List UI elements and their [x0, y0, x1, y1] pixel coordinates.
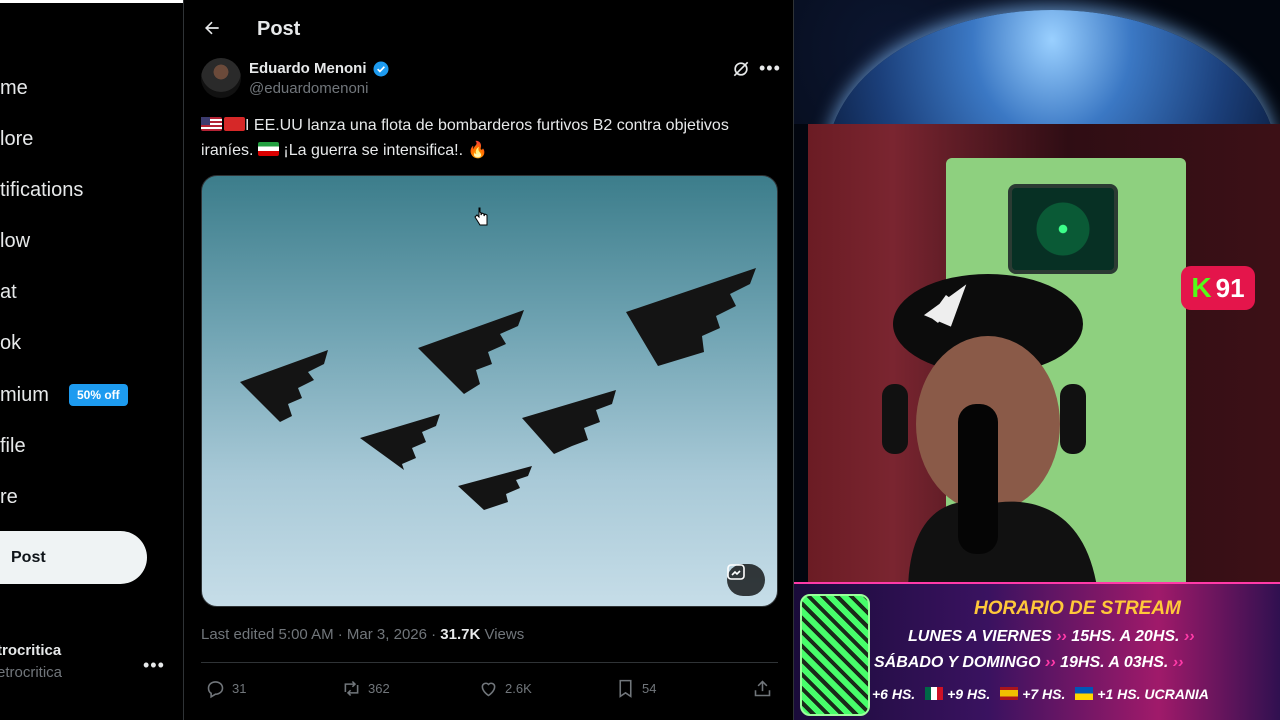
- like-button[interactable]: 2.6K: [478, 678, 532, 699]
- hand-cursor-icon: [474, 207, 488, 226]
- tweet-text-part1: I EE.UU lanza una flota de bombarderos f…: [201, 117, 729, 159]
- sidebar-item-explore[interactable]: lore: [0, 119, 33, 159]
- share-button[interactable]: [752, 678, 773, 699]
- bookmark-count: 54: [642, 681, 657, 696]
- tz-offset: +7 HS.: [1022, 686, 1066, 702]
- space-background: [794, 0, 1280, 310]
- mexico-flag-icon: [925, 687, 944, 700]
- sidebar-item-profile[interactable]: file: [0, 426, 26, 466]
- back-arrow-icon[interactable]: [202, 18, 222, 38]
- webcam-feed: K 91: [808, 124, 1280, 582]
- sidebar-item-grok[interactable]: ok: [0, 323, 21, 363]
- streamer-silhouette: [882, 274, 1096, 582]
- like-count: 2.6K: [505, 681, 532, 696]
- author-avatar[interactable]: [201, 58, 241, 98]
- reply-count: 31: [232, 681, 247, 696]
- tz-offset: +6 HS.: [872, 686, 916, 702]
- compose-post-button[interactable]: Post: [0, 531, 147, 584]
- verified-badge-icon: [373, 61, 389, 77]
- reply-button[interactable]: 31: [205, 678, 246, 699]
- timezone-row: +6 HS. +9 HS. +7 HS. +1 HS. UCRANIA: [872, 686, 1209, 702]
- viewer-count: 91: [1215, 272, 1245, 303]
- schedule-days: SÁBADO Y DOMINGO: [874, 654, 1041, 671]
- us-flag-icon: [201, 117, 222, 131]
- double-arrow-icon: ››: [1183, 628, 1195, 645]
- schedule-row-weekdays: LUNES A VIERNES ›› 15HS. A 20HS. ››: [908, 628, 1195, 646]
- sidebar-nav: me lore tifications low at ok mium 50% o…: [0, 0, 183, 720]
- premium-discount-badge: 50% off: [69, 384, 128, 406]
- tweet-image[interactable]: [201, 175, 778, 607]
- schedule-row-weekend: SÁBADO Y DOMINGO ›› 19HS. A 03HS. ››: [874, 654, 1183, 672]
- sidebar-item-label: lore: [0, 127, 34, 150]
- alert-icon: [224, 117, 245, 131]
- sidebar-item-chat[interactable]: at: [0, 272, 17, 312]
- sidebar-item-label: low: [0, 229, 31, 252]
- divider: [201, 662, 778, 663]
- schedule-title: HORARIO DE STREAM: [974, 598, 1181, 619]
- reply-icon: [207, 681, 224, 699]
- spain-flag-icon: [1000, 687, 1019, 700]
- sidebar-item-premium[interactable]: mium: [0, 375, 49, 415]
- edit-image-icon[interactable]: [727, 564, 765, 596]
- share-icon: [754, 680, 771, 697]
- more-options-icon[interactable]: •••: [759, 58, 781, 79]
- repost-button[interactable]: 362: [341, 678, 390, 699]
- sidebar-item-label: mium: [0, 383, 49, 406]
- double-arrow-icon: ››: [1172, 654, 1184, 671]
- bookmark-button[interactable]: 54: [615, 678, 656, 699]
- stream-overlay: K 91 HORARIO DE STREAM LUNES A VIERNES ›…: [794, 0, 1280, 720]
- repost-icon: [344, 680, 359, 697]
- sidebar-item-label: at: [0, 280, 17, 303]
- schedule-times: 19HS. A 03HS.: [1060, 654, 1169, 671]
- grok-icon[interactable]: [731, 59, 751, 79]
- kick-viewer-badge: K 91: [1181, 266, 1255, 310]
- tweet-edited-timestamp[interactable]: Last edited 5:00 AM · Mar 3, 2026 ·: [201, 626, 440, 643]
- kick-logo: K: [1191, 272, 1212, 303]
- page-title: Post: [257, 18, 301, 40]
- ukraine-flag-icon: [1075, 687, 1094, 700]
- tweet-text: I EE.UU lanza una flota de bombarderos f…: [201, 113, 761, 163]
- heart-icon: [481, 682, 496, 697]
- sidebar-item-more[interactable]: re: [0, 477, 18, 517]
- sidebar-item-notifications[interactable]: tifications: [0, 170, 83, 210]
- sidebar-item-label: tifications: [0, 178, 84, 201]
- schedule-days: LUNES A VIERNES: [908, 628, 1052, 645]
- bomber-formation-illustration: [240, 268, 756, 510]
- iran-flag-icon: [257, 142, 279, 156]
- compose-post-label: Post: [11, 548, 46, 566]
- sidebar-item-follow[interactable]: low: [0, 221, 30, 261]
- sidebar-item-label: re: [0, 485, 18, 508]
- post-detail-column: Post Eduardo Menoni @eduardomenoni ••• I…: [183, 0, 794, 720]
- views-count: 31.7K: [440, 626, 481, 643]
- sidebar-item-label: ok: [0, 331, 22, 354]
- double-arrow-icon: ››: [1056, 628, 1072, 645]
- sidebar-item-label: file: [0, 434, 26, 457]
- author-handle[interactable]: @eduardomenoni: [249, 80, 368, 97]
- account-more-icon[interactable]: •••: [143, 655, 165, 676]
- views-label: Views: [480, 626, 525, 643]
- author-name[interactable]: Eduardo Menoni: [249, 60, 367, 77]
- mascot-can-graphic: [800, 594, 870, 716]
- sidebar-item-label: me: [0, 76, 28, 99]
- tweet-text-part2: ¡La guerra se intensifica!.: [283, 142, 464, 159]
- fire-emoji: 🔥: [467, 142, 488, 159]
- schedule-times: 15HS. A 20HS.: [1071, 628, 1180, 645]
- repost-count: 362: [368, 681, 390, 696]
- tweet-meta: Last edited 5:00 AM · Mar 3, 2026 · 31.7…: [201, 626, 524, 643]
- tz-offset: +9 HS.: [947, 686, 991, 702]
- double-arrow-icon: ››: [1045, 654, 1061, 671]
- sidebar-item-home[interactable]: me: [0, 68, 28, 108]
- bookmark-icon: [619, 679, 632, 698]
- tz-offset: +1 HS. UCRANIA: [1097, 686, 1209, 702]
- stream-schedule-banner: HORARIO DE STREAM LUNES A VIERNES ›› 15H…: [794, 582, 1280, 720]
